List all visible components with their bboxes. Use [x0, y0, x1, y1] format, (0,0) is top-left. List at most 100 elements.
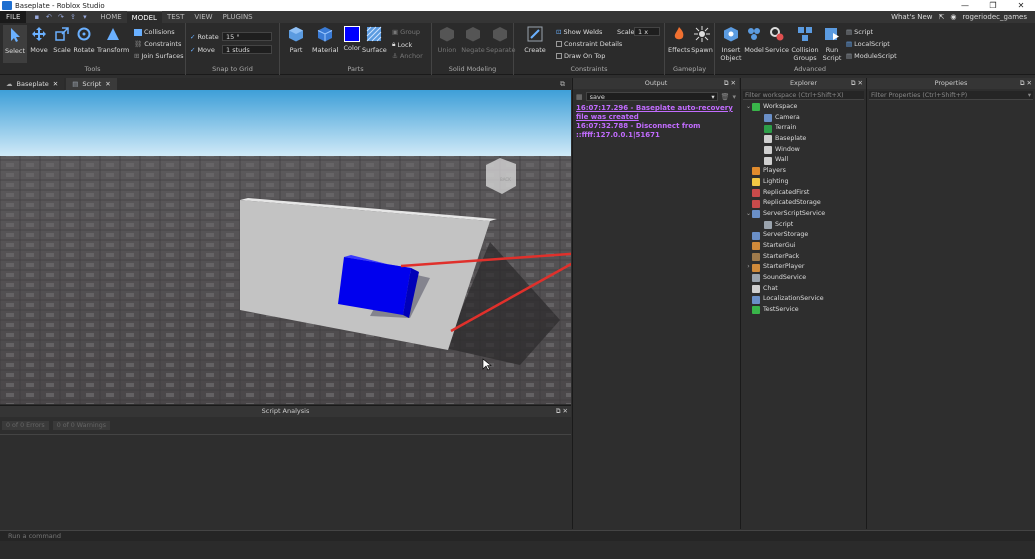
tab-baseplate[interactable]: ☁ Baseplate ✕ [0, 78, 65, 90]
constraint-scale-input[interactable]: 1 x [634, 27, 660, 36]
transform-tool[interactable]: Transform [97, 26, 129, 54]
explorer-item-testservice[interactable]: TestService [741, 305, 866, 316]
explorer-item-replicatedfirst[interactable]: ReplicatedFirst [741, 188, 866, 199]
panel-controls[interactable]: ⧉ ✕ [556, 406, 568, 417]
output-dropdown-icon[interactable]: ▾ [732, 93, 736, 101]
join-surfaces-toggle[interactable]: ⊞ Join Surfaces [134, 52, 184, 60]
group-button[interactable]: ▣ Group [392, 28, 420, 36]
constraints-icon: ⛓ [134, 40, 143, 48]
quick-access-dropdown-icon[interactable]: ▾ [80, 13, 89, 22]
explorer-item-camera[interactable]: Camera [741, 113, 866, 124]
explorer-item-window[interactable]: Window [741, 145, 866, 156]
explorer-item-wall[interactable]: Wall [741, 155, 866, 166]
explorer-item-starterpack[interactable]: StarterPack [741, 252, 866, 263]
explorer-item-replicatedstorage[interactable]: ReplicatedStorage [741, 198, 866, 209]
close-tab-icon[interactable]: ✕ [53, 78, 58, 90]
collisions-toggle[interactable]: Collisions [134, 28, 175, 36]
close-button[interactable]: ✕ [1007, 1, 1035, 10]
errors-filter-button[interactable]: 0 of 0 Errors [2, 421, 49, 430]
explorer-item-serverstorage[interactable]: ServerStorage [741, 230, 866, 241]
tab-home[interactable]: HOME [95, 11, 126, 23]
panel-controls[interactable]: ⧉ ✕ [1020, 78, 1032, 89]
command-bar[interactable]: Run a command [0, 530, 1035, 541]
minimize-button[interactable]: — [951, 1, 979, 10]
user-icon[interactable]: ◉ [950, 13, 956, 21]
select-tool[interactable]: Select [3, 25, 27, 63]
tab-plugins[interactable]: PLUGINS [218, 11, 258, 23]
lock-button[interactable]: 🔒︎ Lock [392, 40, 412, 49]
tab-test[interactable]: TEST [162, 11, 189, 23]
share-icon[interactable]: ⇱ [939, 13, 945, 21]
tab-script[interactable]: ▤ Script ✕ [66, 78, 117, 90]
negate-button[interactable]: Negate [460, 26, 486, 54]
explorer-item-terrain[interactable]: Terrain [741, 123, 866, 134]
whats-new-link[interactable]: What's New [891, 13, 932, 21]
explorer-item-workspace[interactable]: ⌄ Workspace [741, 102, 866, 113]
explorer-item-starterplayer[interactable]: › StarterPlayer [741, 262, 866, 273]
maximize-button[interactable]: ❐ [979, 1, 1007, 10]
rotate-snap-input[interactable]: 15 ° [222, 32, 272, 41]
create-constraint-button[interactable]: Create [522, 26, 548, 54]
explorer-item-script[interactable]: Script [741, 220, 866, 231]
explorer-item-players[interactable]: Players [741, 166, 866, 177]
explorer-item-lighting[interactable]: Lighting [741, 177, 866, 188]
quick-access-toolbar: ▪ ↶ ↷ ⇪ ▾ [32, 13, 89, 22]
spawn-button[interactable]: Spawn [691, 26, 713, 54]
explorer-item-baseplate[interactable]: Baseplate [741, 134, 866, 145]
warnings-filter-button[interactable]: 0 of 0 Warnings [52, 421, 110, 430]
insert-module-script-button[interactable]: ▤ ModuleScript [846, 52, 897, 60]
draw-on-top-toggle[interactable]: Draw On Top [556, 52, 605, 60]
panel-controls[interactable]: ⧉ ✕ [851, 78, 863, 89]
explorer-item-soundservice[interactable]: SoundService [741, 273, 866, 284]
viewport-3d[interactable]: BACK [0, 90, 571, 404]
username[interactable]: rogeriodec_games [963, 13, 1027, 21]
rotate-snap-toggle[interactable]: ✓ Rotate [190, 33, 219, 41]
expand-arrow-icon[interactable]: ⌄ [745, 102, 752, 113]
move-snap-input[interactable]: 1 studs [222, 45, 272, 54]
close-tab-icon[interactable]: ✕ [105, 78, 110, 90]
tab-model[interactable]: MODEL [126, 11, 162, 23]
filter-toggle-icon[interactable]: ▦ [576, 93, 583, 101]
union-button[interactable]: Union [435, 26, 459, 54]
explorer-item-serverscriptservice[interactable]: ⌄ ServerScriptService [741, 209, 866, 220]
publish-icon[interactable]: ⇪ [68, 13, 77, 22]
collision-groups-button[interactable]: Collision Groups [790, 26, 820, 62]
expand-arrow-icon[interactable]: ⌄ [745, 209, 752, 220]
service-button[interactable]: Service [765, 26, 789, 54]
tab-view[interactable]: VIEW [189, 11, 217, 23]
explorer-filter-input[interactable]: Filter workspace (Ctrl+Shift+X) [743, 91, 864, 100]
constraints-toggle[interactable]: ⛓ Constraints [134, 40, 181, 48]
part-button[interactable]: Part [284, 26, 308, 54]
insert-local-script-button[interactable]: ▤ LocalScript [846, 40, 890, 48]
redo-icon[interactable]: ↷ [56, 13, 65, 22]
color-button[interactable]: Color [342, 26, 362, 52]
insert-script-button[interactable]: ▤ Script [846, 28, 873, 36]
move-snap-toggle[interactable]: ✓ Move [190, 46, 215, 54]
explorer-item-chat[interactable]: Chat [741, 284, 866, 295]
separate-button[interactable]: Separate [486, 26, 515, 54]
properties-filter-input[interactable]: Filter Properties (Ctrl+Shift+P) ▾ [869, 91, 1033, 100]
clear-output-icon[interactable]: 🗑︎ [721, 93, 730, 101]
move-tool[interactable]: Move [28, 26, 50, 54]
material-button[interactable]: Material [312, 26, 338, 54]
anchor-button[interactable]: ⚓︎ Anchor [392, 52, 423, 60]
scale-tool[interactable]: Scale [51, 26, 73, 54]
maximize-viewport-icon[interactable]: ⧉ [554, 78, 571, 90]
expand-arrow-icon[interactable]: › [745, 262, 752, 273]
explorer-item-localizationservice[interactable]: LocalizationService [741, 294, 866, 305]
rotate-tool[interactable]: Rotate [73, 26, 95, 54]
output-line[interactable]: 16:07:17.296 - Baseplate auto-recovery f… [573, 104, 739, 122]
panel-controls[interactable]: ⧉ ✕ [724, 78, 736, 89]
constraint-details-toggle[interactable]: Constraint Details [556, 40, 622, 48]
explorer-item-startergui[interactable]: StarterGui [741, 241, 866, 252]
insert-object-button[interactable]: Insert Object [719, 26, 743, 62]
model-button[interactable]: Model [743, 26, 765, 54]
file-menu[interactable]: FILE [0, 11, 27, 23]
surface-button[interactable]: Surface [362, 26, 387, 54]
undo-icon[interactable]: ↶ [44, 13, 53, 22]
save-icon[interactable]: ▪ [32, 13, 41, 22]
output-filter-input[interactable]: save ▾ [585, 92, 718, 101]
effects-button[interactable]: Effects [668, 26, 690, 54]
run-script-button[interactable]: Run Script [820, 26, 844, 62]
show-welds-toggle[interactable]: ⊡ Show Welds [556, 28, 602, 36]
